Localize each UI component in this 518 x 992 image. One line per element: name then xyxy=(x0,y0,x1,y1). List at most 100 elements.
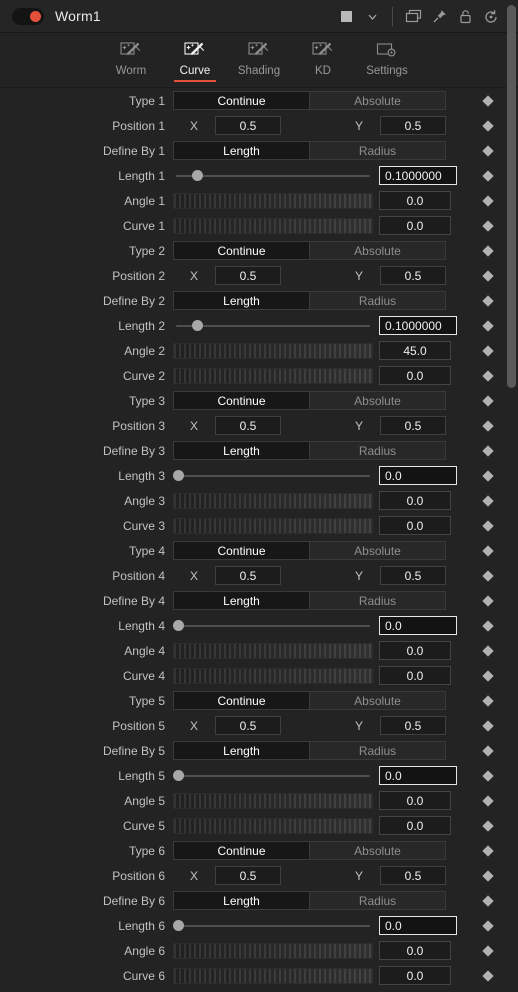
define-by-option-radius[interactable]: Radius xyxy=(309,441,446,460)
type-option-continue[interactable]: Continue xyxy=(173,841,309,860)
length-value-input[interactable]: 0.0 xyxy=(379,466,457,485)
position-x-input[interactable]: 0.5 xyxy=(215,566,281,585)
position-y-input[interactable]: 0.5 xyxy=(380,266,446,285)
curve-scrubber[interactable] xyxy=(173,367,373,384)
length-slider[interactable] xyxy=(173,616,373,635)
position-y-input[interactable]: 0.5 xyxy=(380,116,446,135)
tab-settings[interactable]: Settings xyxy=(357,37,417,78)
curve-scrubber[interactable] xyxy=(173,817,373,834)
define-by-segmented-control[interactable]: Length Radius xyxy=(173,141,446,160)
type-segmented-control[interactable]: Continue Absolute xyxy=(173,841,446,860)
angle-scrubber[interactable] xyxy=(173,642,373,659)
type-option-absolute[interactable]: Absolute xyxy=(309,841,446,860)
angle-scrubber[interactable] xyxy=(173,492,373,509)
type-option-absolute[interactable]: Absolute xyxy=(309,541,446,560)
length-slider[interactable] xyxy=(173,166,373,185)
curve-value-input[interactable]: 0.0 xyxy=(379,366,451,385)
slider-handle[interactable] xyxy=(191,320,203,331)
position-x-input[interactable]: 0.5 xyxy=(215,416,281,435)
vertical-scrollbar[interactable] xyxy=(507,3,516,989)
node-enable-toggle[interactable] xyxy=(12,7,44,25)
position-y-input[interactable]: 0.5 xyxy=(380,416,446,435)
position-x-input[interactable]: 0.5 xyxy=(215,716,281,735)
curve-scrubber[interactable] xyxy=(173,667,373,684)
type-option-absolute[interactable]: Absolute xyxy=(309,691,446,710)
curve-scrubber[interactable] xyxy=(173,517,373,534)
position-y-input[interactable]: 0.5 xyxy=(380,566,446,585)
define-by-option-length[interactable]: Length xyxy=(173,891,309,910)
curve-value-input[interactable]: 0.0 xyxy=(379,816,451,835)
type-segmented-control[interactable]: Continue Absolute xyxy=(173,391,446,410)
slider-handle[interactable] xyxy=(173,470,184,481)
length-value-input[interactable]: 0.1000000 xyxy=(379,316,457,335)
type-option-absolute[interactable]: Absolute xyxy=(309,391,446,410)
position-x-input[interactable]: 0.5 xyxy=(215,116,281,135)
define-by-option-radius[interactable]: Radius xyxy=(309,141,446,160)
angle-scrubber[interactable] xyxy=(173,192,373,209)
define-by-option-radius[interactable]: Radius xyxy=(309,591,446,610)
define-by-option-length[interactable]: Length xyxy=(173,291,309,310)
slider-handle[interactable] xyxy=(191,170,203,181)
type-segmented-control[interactable]: Continue Absolute xyxy=(173,691,446,710)
curve-value-input[interactable]: 0.0 xyxy=(379,516,451,535)
define-by-option-radius[interactable]: Radius xyxy=(309,291,446,310)
angle-value-input[interactable]: 45.0 xyxy=(379,341,451,360)
tab-worm[interactable]: Worm xyxy=(101,37,161,78)
angle-scrubber[interactable] xyxy=(173,942,373,959)
scrollbar-thumb[interactable] xyxy=(507,5,516,388)
angle-value-input[interactable]: 0.0 xyxy=(379,641,451,660)
tab-shading[interactable]: Shading xyxy=(229,37,289,78)
define-by-option-length[interactable]: Length xyxy=(173,741,309,760)
chevron-down-icon[interactable] xyxy=(359,4,385,30)
position-x-input[interactable]: 0.5 xyxy=(215,866,281,885)
type-segmented-control[interactable]: Continue Absolute xyxy=(173,241,446,260)
define-by-option-radius[interactable]: Radius xyxy=(309,891,446,910)
position-x-input[interactable]: 0.5 xyxy=(215,266,281,285)
copy-layers-icon[interactable] xyxy=(400,4,426,30)
length-slider[interactable] xyxy=(173,316,373,335)
type-segmented-control[interactable]: Continue Absolute xyxy=(173,91,446,110)
angle-value-input[interactable]: 0.0 xyxy=(379,791,451,810)
angle-scrubber[interactable] xyxy=(173,792,373,809)
define-by-option-radius[interactable]: Radius xyxy=(309,741,446,760)
define-by-segmented-control[interactable]: Length Radius xyxy=(173,291,446,310)
angle-value-input[interactable]: 0.0 xyxy=(379,941,451,960)
length-value-input[interactable]: 0.1000000 xyxy=(379,166,457,185)
tab-kd[interactable]: KD xyxy=(293,37,353,78)
length-value-input[interactable]: 0.0 xyxy=(379,616,457,635)
define-by-segmented-control[interactable]: Length Radius xyxy=(173,891,446,910)
curve-value-input[interactable]: 0.0 xyxy=(379,216,451,235)
lock-icon[interactable] xyxy=(452,4,478,30)
slider-handle[interactable] xyxy=(173,620,184,631)
define-by-segmented-control[interactable]: Length Radius xyxy=(173,741,446,760)
type-option-continue[interactable]: Continue xyxy=(173,391,309,410)
type-option-absolute[interactable]: Absolute xyxy=(309,241,446,260)
slider-handle[interactable] xyxy=(173,920,184,931)
curve-value-input[interactable]: 0.0 xyxy=(379,966,451,985)
curve-value-input[interactable]: 0.0 xyxy=(379,666,451,685)
type-option-continue[interactable]: Continue xyxy=(173,241,309,260)
define-by-option-length[interactable]: Length xyxy=(173,591,309,610)
length-slider[interactable] xyxy=(173,916,373,935)
type-option-continue[interactable]: Continue xyxy=(173,691,309,710)
color-swatch-icon[interactable] xyxy=(333,4,359,30)
length-slider[interactable] xyxy=(173,466,373,485)
define-by-segmented-control[interactable]: Length Radius xyxy=(173,591,446,610)
tab-curve[interactable]: Curve xyxy=(165,37,225,82)
define-by-segmented-control[interactable]: Length Radius xyxy=(173,441,446,460)
type-option-continue[interactable]: Continue xyxy=(173,91,309,110)
length-value-input[interactable]: 0.0 xyxy=(379,916,457,935)
define-by-option-length[interactable]: Length xyxy=(173,441,309,460)
type-option-absolute[interactable]: Absolute xyxy=(309,91,446,110)
angle-value-input[interactable]: 0.0 xyxy=(379,191,451,210)
curve-scrubber[interactable] xyxy=(173,967,373,984)
type-option-continue[interactable]: Continue xyxy=(173,541,309,560)
type-segmented-control[interactable]: Continue Absolute xyxy=(173,541,446,560)
position-y-input[interactable]: 0.5 xyxy=(380,866,446,885)
define-by-option-length[interactable]: Length xyxy=(173,141,309,160)
slider-handle[interactable] xyxy=(173,770,184,781)
reset-history-icon[interactable] xyxy=(478,4,504,30)
length-slider[interactable] xyxy=(173,766,373,785)
angle-scrubber[interactable] xyxy=(173,342,373,359)
length-value-input[interactable]: 0.0 xyxy=(379,766,457,785)
